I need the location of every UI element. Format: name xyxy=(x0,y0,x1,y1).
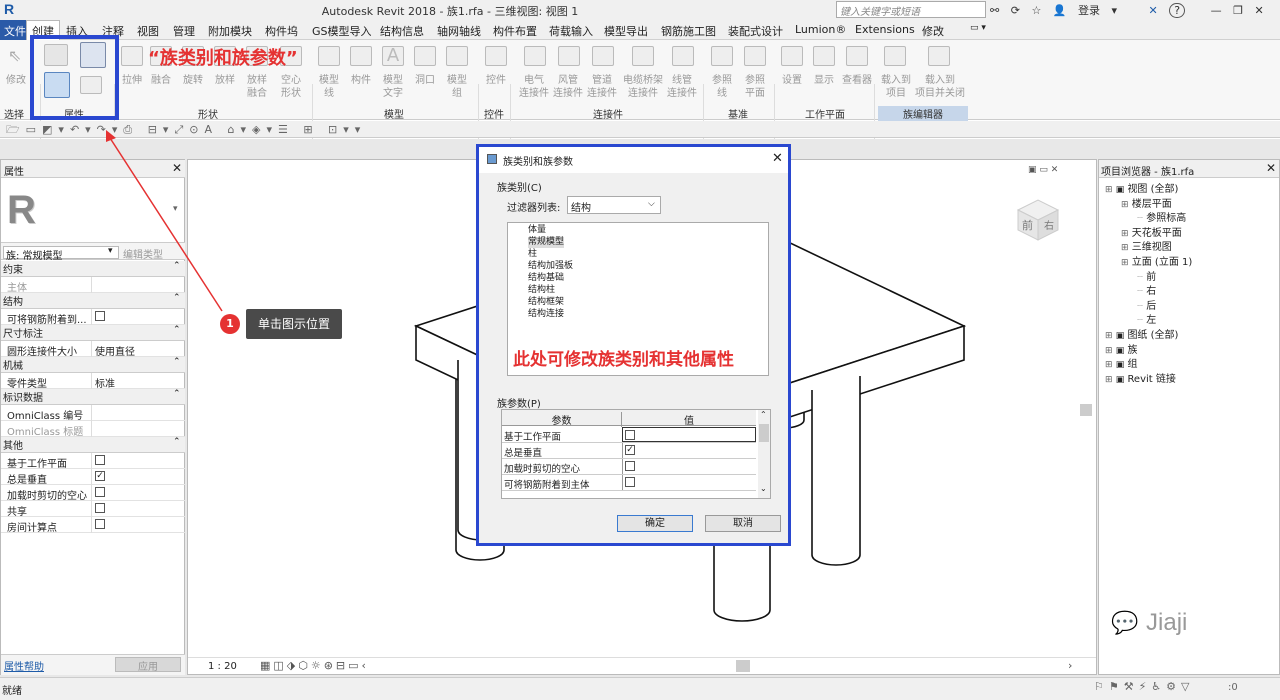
step-callout: 单击图示位置 xyxy=(246,309,342,339)
step-number-badge: 1 xyxy=(220,314,240,334)
annotation-arrow xyxy=(106,130,223,312)
